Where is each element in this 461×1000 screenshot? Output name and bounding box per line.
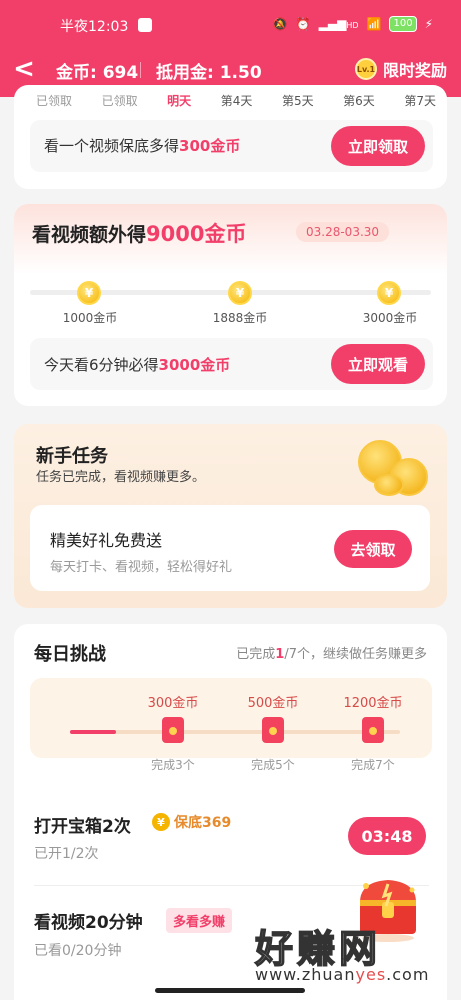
checkin-day: 已领取 bbox=[101, 94, 138, 108]
task-title: 看视频20分钟 bbox=[34, 913, 143, 933]
home-indicator[interactable] bbox=[155, 988, 305, 993]
checkin-day: 已领取 bbox=[36, 94, 73, 108]
guarantee-text: 保底369 bbox=[174, 815, 232, 831]
back-button[interactable]: < bbox=[12, 54, 36, 84]
coin-balance: 金币: 694 bbox=[56, 63, 139, 83]
watermark-url: www.zhuanyes.com bbox=[255, 965, 429, 984]
challenge-reward-label: 完成7个 bbox=[351, 758, 395, 772]
charging-icon: ⚡ bbox=[424, 17, 433, 31]
challenge-reward-label: 完成3个 bbox=[151, 758, 195, 772]
challenge-progress-track bbox=[70, 730, 400, 734]
countdown-timer-button[interactable]: 03:48 bbox=[348, 817, 426, 855]
claim-now-button[interactable]: 立即领取 bbox=[331, 126, 425, 166]
checkin-day: 第6天 bbox=[343, 94, 375, 108]
daily-challenge-title: 每日挑战 bbox=[34, 644, 106, 665]
watch-offer-amount: 3000金币 bbox=[158, 356, 231, 374]
coin-icon: ¥ bbox=[152, 813, 170, 831]
battery-icon: 100 bbox=[389, 16, 417, 32]
checkin-days: 已领取 已领取 明天 第4天 第5天 第6天 第7天 bbox=[36, 92, 436, 109]
red-envelope-icon[interactable] bbox=[162, 717, 184, 743]
status-bar: 半夜12:03 🔕 ⏰ ▂▄▆HD 📶 100 ⚡ bbox=[0, 14, 461, 38]
checkin-offer-prefix: 看一个视频保底多得 bbox=[44, 137, 180, 155]
status-icons: 🔕 ⏰ ▂▄▆HD 📶 100 ⚡ bbox=[273, 16, 433, 32]
gift-offer-title: 精美好礼免费送 bbox=[50, 531, 163, 550]
watch-offer-text: 今天看6分钟必得3000金币 bbox=[44, 354, 230, 375]
limited-reward-button[interactable]: Lv.1 限时奖励 bbox=[354, 57, 447, 81]
wifi-icon: 📶 bbox=[366, 17, 382, 31]
challenge-reward-amount: 1200金币 bbox=[343, 696, 403, 711]
milestone-label: 1000金币 bbox=[62, 311, 118, 325]
top-bar: 半夜12:03 🔕 ⏰ ▂▄▆HD 📶 100 ⚡ < 金币: 694 抵用金:… bbox=[0, 0, 461, 97]
status-time: 半夜12:03 bbox=[60, 19, 129, 35]
red-envelope-icon[interactable] bbox=[362, 717, 384, 743]
daily-progress-text: 已完成1/7个，继续做任务赚更多 bbox=[236, 643, 427, 662]
challenge-progress-fill bbox=[70, 730, 116, 734]
task-title: 打开宝箱2次 bbox=[34, 817, 131, 837]
go-claim-button[interactable]: 去领取 bbox=[334, 530, 412, 568]
watch-offer-prefix: 今天看6分钟必得 bbox=[44, 356, 159, 374]
challenge-reward-label: 完成5个 bbox=[251, 758, 295, 772]
checkin-offer-row: 看一个视频保底多得300金币 立即领取 bbox=[30, 120, 433, 172]
watermark-url-pre: www.zhuan bbox=[255, 965, 356, 984]
credit-balance: 抵用金: 1.50 bbox=[156, 63, 262, 83]
mute-icon: 🔕 bbox=[272, 17, 288, 31]
watch-now-button[interactable]: 立即观看 bbox=[331, 344, 425, 384]
checkin-day: 第7天 bbox=[404, 94, 436, 108]
checkin-day-tomorrow: 明天 bbox=[167, 94, 192, 108]
newbie-task-title: 新手任务 bbox=[36, 446, 108, 467]
task-subtitle: 已开1/2次 bbox=[34, 846, 99, 862]
signal-icon: ▂▄▆HD bbox=[318, 17, 359, 31]
daily-progress-count: 1 bbox=[275, 647, 285, 662]
task-subtitle: 已看0/20分钟 bbox=[34, 943, 122, 959]
daily-progress-prefix: 已完成 bbox=[236, 647, 276, 662]
red-envelope-icon[interactable] bbox=[262, 717, 284, 743]
date-range-badge: 03.28-03.30 bbox=[296, 222, 390, 242]
watch-offer-row: 今天看6分钟必得3000金币 立即观看 bbox=[30, 338, 433, 390]
site-watermark: 好赚网 www.zhuanyes.com bbox=[254, 918, 455, 992]
video-bonus-title-amount: 9000金币 bbox=[146, 222, 247, 246]
page-header: < 金币: 694 抵用金: 1.50 Lv.1 限时奖励 bbox=[0, 52, 461, 88]
app-notification-icon bbox=[138, 18, 152, 32]
checkin-offer-text: 看一个视频保底多得300金币 bbox=[44, 135, 240, 156]
checkin-offer-amount: 300金币 bbox=[179, 137, 241, 155]
alarm-icon: ⏰ bbox=[295, 17, 311, 31]
checkin-day: 第4天 bbox=[220, 94, 253, 108]
newbie-task-subtitle: 任务已完成，看视频赚更多。 bbox=[36, 470, 206, 485]
watermark-url-post: .com bbox=[386, 965, 430, 984]
milestone-label: 1888金币 bbox=[212, 311, 268, 325]
challenge-reward-amount: 300金币 bbox=[147, 696, 199, 711]
daily-progress-suffix: /7个，继续做任务赚更多 bbox=[284, 647, 427, 662]
checkin-day: 第5天 bbox=[281, 94, 314, 108]
challenge-reward-amount: 500金币 bbox=[247, 696, 299, 711]
coin-icon: ¥ bbox=[228, 281, 252, 305]
video-bonus-title: 看视频额外得9000金币 bbox=[32, 218, 246, 248]
level-badge-icon: Lv.1 bbox=[354, 58, 377, 80]
video-bonus-title-prefix: 看视频额外得 bbox=[32, 224, 147, 246]
gift-offer-subtitle: 每天打卡、看视频，轻松得好礼 bbox=[50, 560, 233, 575]
coin-icon: ¥ bbox=[77, 281, 101, 305]
milestone-label: 3000金币 bbox=[362, 311, 418, 325]
header-divider bbox=[140, 62, 141, 78]
coin-stack-icon bbox=[354, 436, 430, 498]
limited-reward-label: 限时奖励 bbox=[382, 61, 447, 80]
guarantee-badge: ¥ 保底369 bbox=[152, 812, 231, 832]
coin-icon: ¥ bbox=[377, 281, 401, 305]
watermark-url-highlight: yes bbox=[355, 965, 387, 984]
bonus-tag: 多看多赚 bbox=[166, 908, 233, 933]
